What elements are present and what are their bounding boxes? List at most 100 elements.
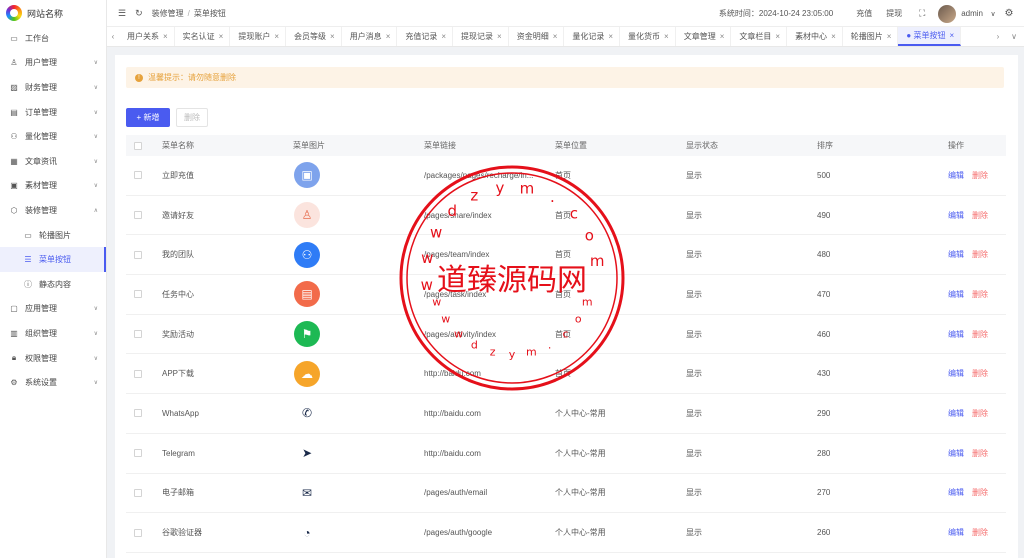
- delete-button[interactable]: 删除: [972, 408, 988, 419]
- sidebar-item-0[interactable]: ▭ 工作台: [0, 26, 106, 51]
- sidebar-item-1[interactable]: ♙ 用户管理 ∨: [0, 51, 106, 76]
- edit-button[interactable]: 编辑: [948, 408, 964, 419]
- close-icon[interactable]: ×: [775, 32, 780, 41]
- tab-item[interactable]: 会员等级 ×: [286, 27, 342, 46]
- tab-item[interactable]: ● 菜单按钮 ×: [898, 27, 962, 46]
- close-icon[interactable]: ×: [497, 32, 502, 41]
- delete-button[interactable]: 删除: [972, 289, 988, 300]
- sidebar-item-12[interactable]: ▥ 组织管理 ∨: [0, 321, 106, 346]
- system-time: 系统时间：2024-10-24 23:05:00: [718, 9, 834, 18]
- add-button[interactable]: + 新增: [126, 108, 170, 127]
- sidebar-item-9[interactable]: ☰ 菜单按钮: [0, 247, 106, 272]
- delete-button[interactable]: 删除: [972, 249, 988, 260]
- tab-item[interactable]: 量化记录 ×: [564, 27, 621, 46]
- row-checkbox[interactable]: [134, 528, 142, 537]
- sort-order: 290: [817, 408, 831, 418]
- row-checkbox[interactable]: [134, 211, 142, 220]
- sidebar-item-label: 用户管理: [25, 58, 57, 68]
- close-icon[interactable]: ×: [330, 32, 335, 41]
- recharge-icon: ▣: [294, 162, 320, 189]
- batch-delete-button[interactable]: 删除: [176, 108, 208, 127]
- row-checkbox[interactable]: [134, 488, 142, 497]
- tab-item[interactable]: 用户关系 ×: [119, 27, 175, 46]
- close-icon[interactable]: ×: [219, 32, 224, 41]
- tab-item[interactable]: 文章栏目 ×: [731, 27, 788, 46]
- tab-item[interactable]: 提现账户 ×: [230, 27, 287, 46]
- edit-button[interactable]: 编辑: [948, 487, 964, 498]
- collapse-menu-icon[interactable]: ☰: [118, 8, 126, 19]
- row-checkbox[interactable]: [134, 250, 142, 259]
- edit-button[interactable]: 编辑: [948, 249, 964, 260]
- close-icon[interactable]: ×: [553, 32, 558, 41]
- settings-gear-icon[interactable]: ⚙: [1002, 8, 1016, 19]
- sidebar-item-13[interactable]: 🔒︎ 权限管理 ∨: [0, 346, 106, 371]
- tabs-more-icon[interactable]: ∨: [1004, 27, 1024, 46]
- sidebar-item-4[interactable]: ⚇ 量化管理 ∨: [0, 124, 106, 149]
- tab-item[interactable]: 素材中心 ×: [787, 27, 843, 46]
- edit-button[interactable]: 编辑: [948, 448, 964, 459]
- sidebar-item-2[interactable]: ▨ 财务管理 ∨: [0, 75, 106, 100]
- sidebar-item-label: 轮播图片: [39, 230, 71, 240]
- menu-position: 首页: [555, 289, 571, 299]
- row-checkbox[interactable]: [134, 449, 142, 458]
- close-icon[interactable]: ×: [720, 32, 725, 41]
- tab-item[interactable]: 实名认证 ×: [175, 27, 231, 46]
- close-icon[interactable]: ×: [664, 32, 669, 41]
- tab-item[interactable]: 文章管理 ×: [676, 27, 732, 46]
- close-icon[interactable]: ×: [887, 32, 892, 41]
- edit-button[interactable]: 编辑: [948, 170, 964, 181]
- sidebar-item-8[interactable]: ▭ 轮播图片: [0, 223, 106, 248]
- tab-item[interactable]: 充值记录 ×: [397, 27, 454, 46]
- sidebar-item-5[interactable]: ▦ 文章资讯 ∨: [0, 149, 106, 174]
- tabs-scroll-right-icon[interactable]: ›: [992, 27, 1004, 46]
- delete-button[interactable]: 删除: [972, 170, 988, 181]
- sidebar-item-7[interactable]: ⬡ 装修管理 ∧: [0, 198, 106, 223]
- delete-button[interactable]: 删除: [972, 527, 988, 538]
- close-icon[interactable]: ×: [608, 32, 613, 41]
- sidebar-item-6[interactable]: ▣ 素材管理 ∨: [0, 174, 106, 199]
- close-icon[interactable]: ×: [163, 32, 168, 41]
- row-checkbox[interactable]: [134, 409, 142, 418]
- chevron-down-icon[interactable]: ∨: [987, 10, 999, 18]
- row-checkbox[interactable]: [134, 330, 142, 339]
- sidebar-item-11[interactable]: ▢ 应用管理 ∨: [0, 297, 106, 322]
- tab-item[interactable]: 提现记录 ×: [453, 27, 509, 46]
- close-icon[interactable]: ×: [274, 32, 279, 41]
- edit-button[interactable]: 编辑: [948, 368, 964, 379]
- delete-button[interactable]: 删除: [972, 487, 988, 498]
- delete-button[interactable]: 删除: [972, 210, 988, 221]
- close-icon[interactable]: ×: [386, 32, 391, 41]
- edit-button[interactable]: 编辑: [948, 527, 964, 538]
- refresh-icon[interactable]: ↻: [135, 8, 143, 19]
- sidebar-item-14[interactable]: ⚙ 系统设置 ∨: [0, 370, 106, 395]
- fullscreen-icon[interactable]: ⛶: [916, 8, 928, 19]
- close-icon[interactable]: ×: [441, 32, 446, 41]
- tab-item[interactable]: 轮播图片 ×: [843, 27, 899, 46]
- withdraw-link[interactable]: 提现: [886, 8, 902, 19]
- row-checkbox[interactable]: [134, 290, 142, 299]
- user-name[interactable]: admin: [961, 9, 983, 18]
- tabs-bar: ‹ 用户关系 × 实名认证 × 提现账户 × 会员等级 × 用户消息 × 充值记录 × 提现记录 × 资金明…: [107, 27, 1024, 47]
- tab-item[interactable]: 量化货币 ×: [620, 27, 676, 46]
- delete-button[interactable]: 删除: [972, 368, 988, 379]
- select-all-checkbox[interactable]: [134, 141, 142, 150]
- sidebar-item-3[interactable]: ▤ 订单管理 ∨: [0, 100, 106, 125]
- delete-button[interactable]: 删除: [972, 448, 988, 459]
- avatar[interactable]: [938, 4, 957, 23]
- logo[interactable]: 网站名称: [0, 0, 106, 26]
- close-icon[interactable]: ×: [831, 32, 836, 41]
- delete-button[interactable]: 删除: [972, 329, 988, 340]
- tabs-scroll-left-icon[interactable]: ‹: [107, 27, 119, 46]
- table-row: 我的团队 ⚇ /pages/team/index 首页 显示 480 编辑 删除: [126, 235, 1006, 276]
- edit-button[interactable]: 编辑: [948, 329, 964, 340]
- tab-item[interactable]: 用户消息 ×: [342, 27, 398, 46]
- breadcrumb-item[interactable]: 装修管理: [152, 8, 184, 19]
- recharge-link[interactable]: 充值: [856, 8, 872, 19]
- sidebar-item-10[interactable]: ⓘ 静态内容: [0, 272, 106, 297]
- close-icon[interactable]: ×: [949, 31, 954, 40]
- edit-button[interactable]: 编辑: [948, 289, 964, 300]
- edit-button[interactable]: 编辑: [948, 210, 964, 221]
- row-checkbox[interactable]: [134, 369, 142, 378]
- tab-item[interactable]: 资金明细 ×: [509, 27, 565, 46]
- row-checkbox[interactable]: [134, 171, 142, 180]
